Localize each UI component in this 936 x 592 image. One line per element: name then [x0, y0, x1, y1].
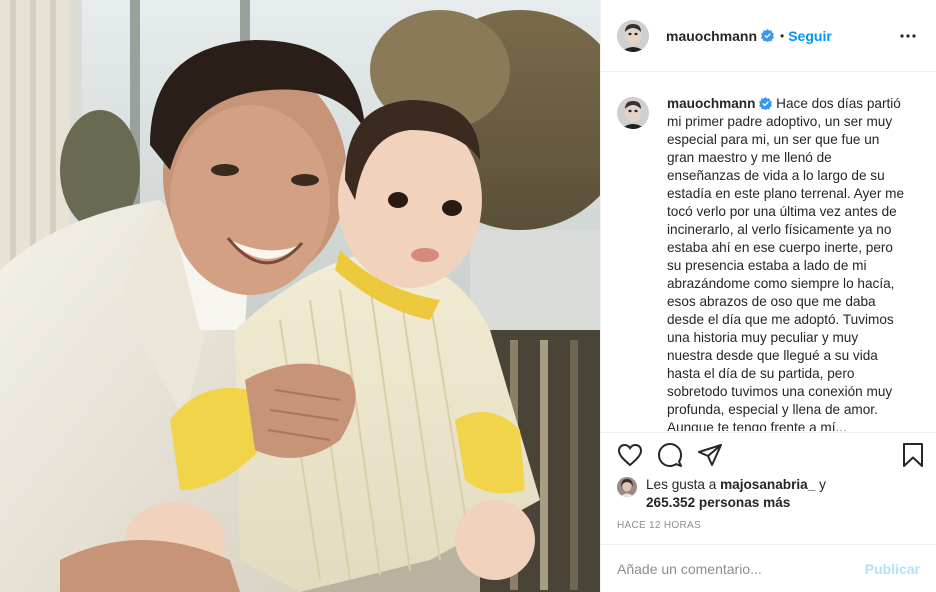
post-photo[interactable]: [0, 0, 600, 592]
caption-author-avatar[interactable]: [617, 97, 649, 129]
author-avatar[interactable]: [617, 19, 649, 52]
comment-icon[interactable]: [657, 442, 683, 468]
caption-body: Hace dos días partió mi primer padre ado…: [667, 96, 905, 431]
follow-button[interactable]: Seguir: [788, 28, 832, 44]
share-icon[interactable]: [697, 442, 723, 468]
caption-verified-badge-icon: [759, 97, 773, 110]
caption-username[interactable]: mauochmann: [667, 96, 755, 111]
caption-section: mauochmann Hace dos días partió mi prime…: [601, 73, 936, 431]
more-options-icon[interactable]: [896, 24, 920, 48]
comment-input[interactable]: [617, 560, 865, 577]
bookmark-icon[interactable]: [900, 442, 926, 468]
liked-by-username[interactable]: majosanabria_: [720, 477, 815, 492]
likes-conjunction: y: [819, 477, 826, 492]
post-sidebar: mauochmann • Seguir mauochmann Hace dos …: [600, 0, 936, 592]
author-username[interactable]: mauochmann: [666, 28, 757, 44]
likes-prefix: Les gusta a: [646, 477, 717, 492]
post-header: mauochmann • Seguir: [601, 0, 936, 72]
caption-row: mauochmann Hace dos días partió mi prime…: [617, 95, 920, 431]
post-timestamp[interactable]: HACE 12 HORAS: [617, 520, 701, 531]
caption-text: mauochmann Hace dos días partió mi prime…: [667, 95, 907, 431]
liker-avatar[interactable]: [617, 477, 637, 497]
publish-button[interactable]: Publicar: [865, 561, 920, 577]
likes-text: Les gusta a majosanabria_ y 265.352 pers…: [646, 476, 826, 512]
action-bar: [601, 432, 936, 476]
photo-illustration: [0, 0, 600, 592]
heart-icon[interactable]: [617, 442, 643, 468]
verified-badge-icon: [761, 29, 775, 42]
comment-bar: Publicar: [601, 544, 936, 592]
likes-count[interactable]: 265.352 personas más: [646, 495, 790, 510]
header-separator: •: [780, 28, 785, 43]
likes-summary: Les gusta a majosanabria_ y 265.352 pers…: [617, 476, 920, 512]
